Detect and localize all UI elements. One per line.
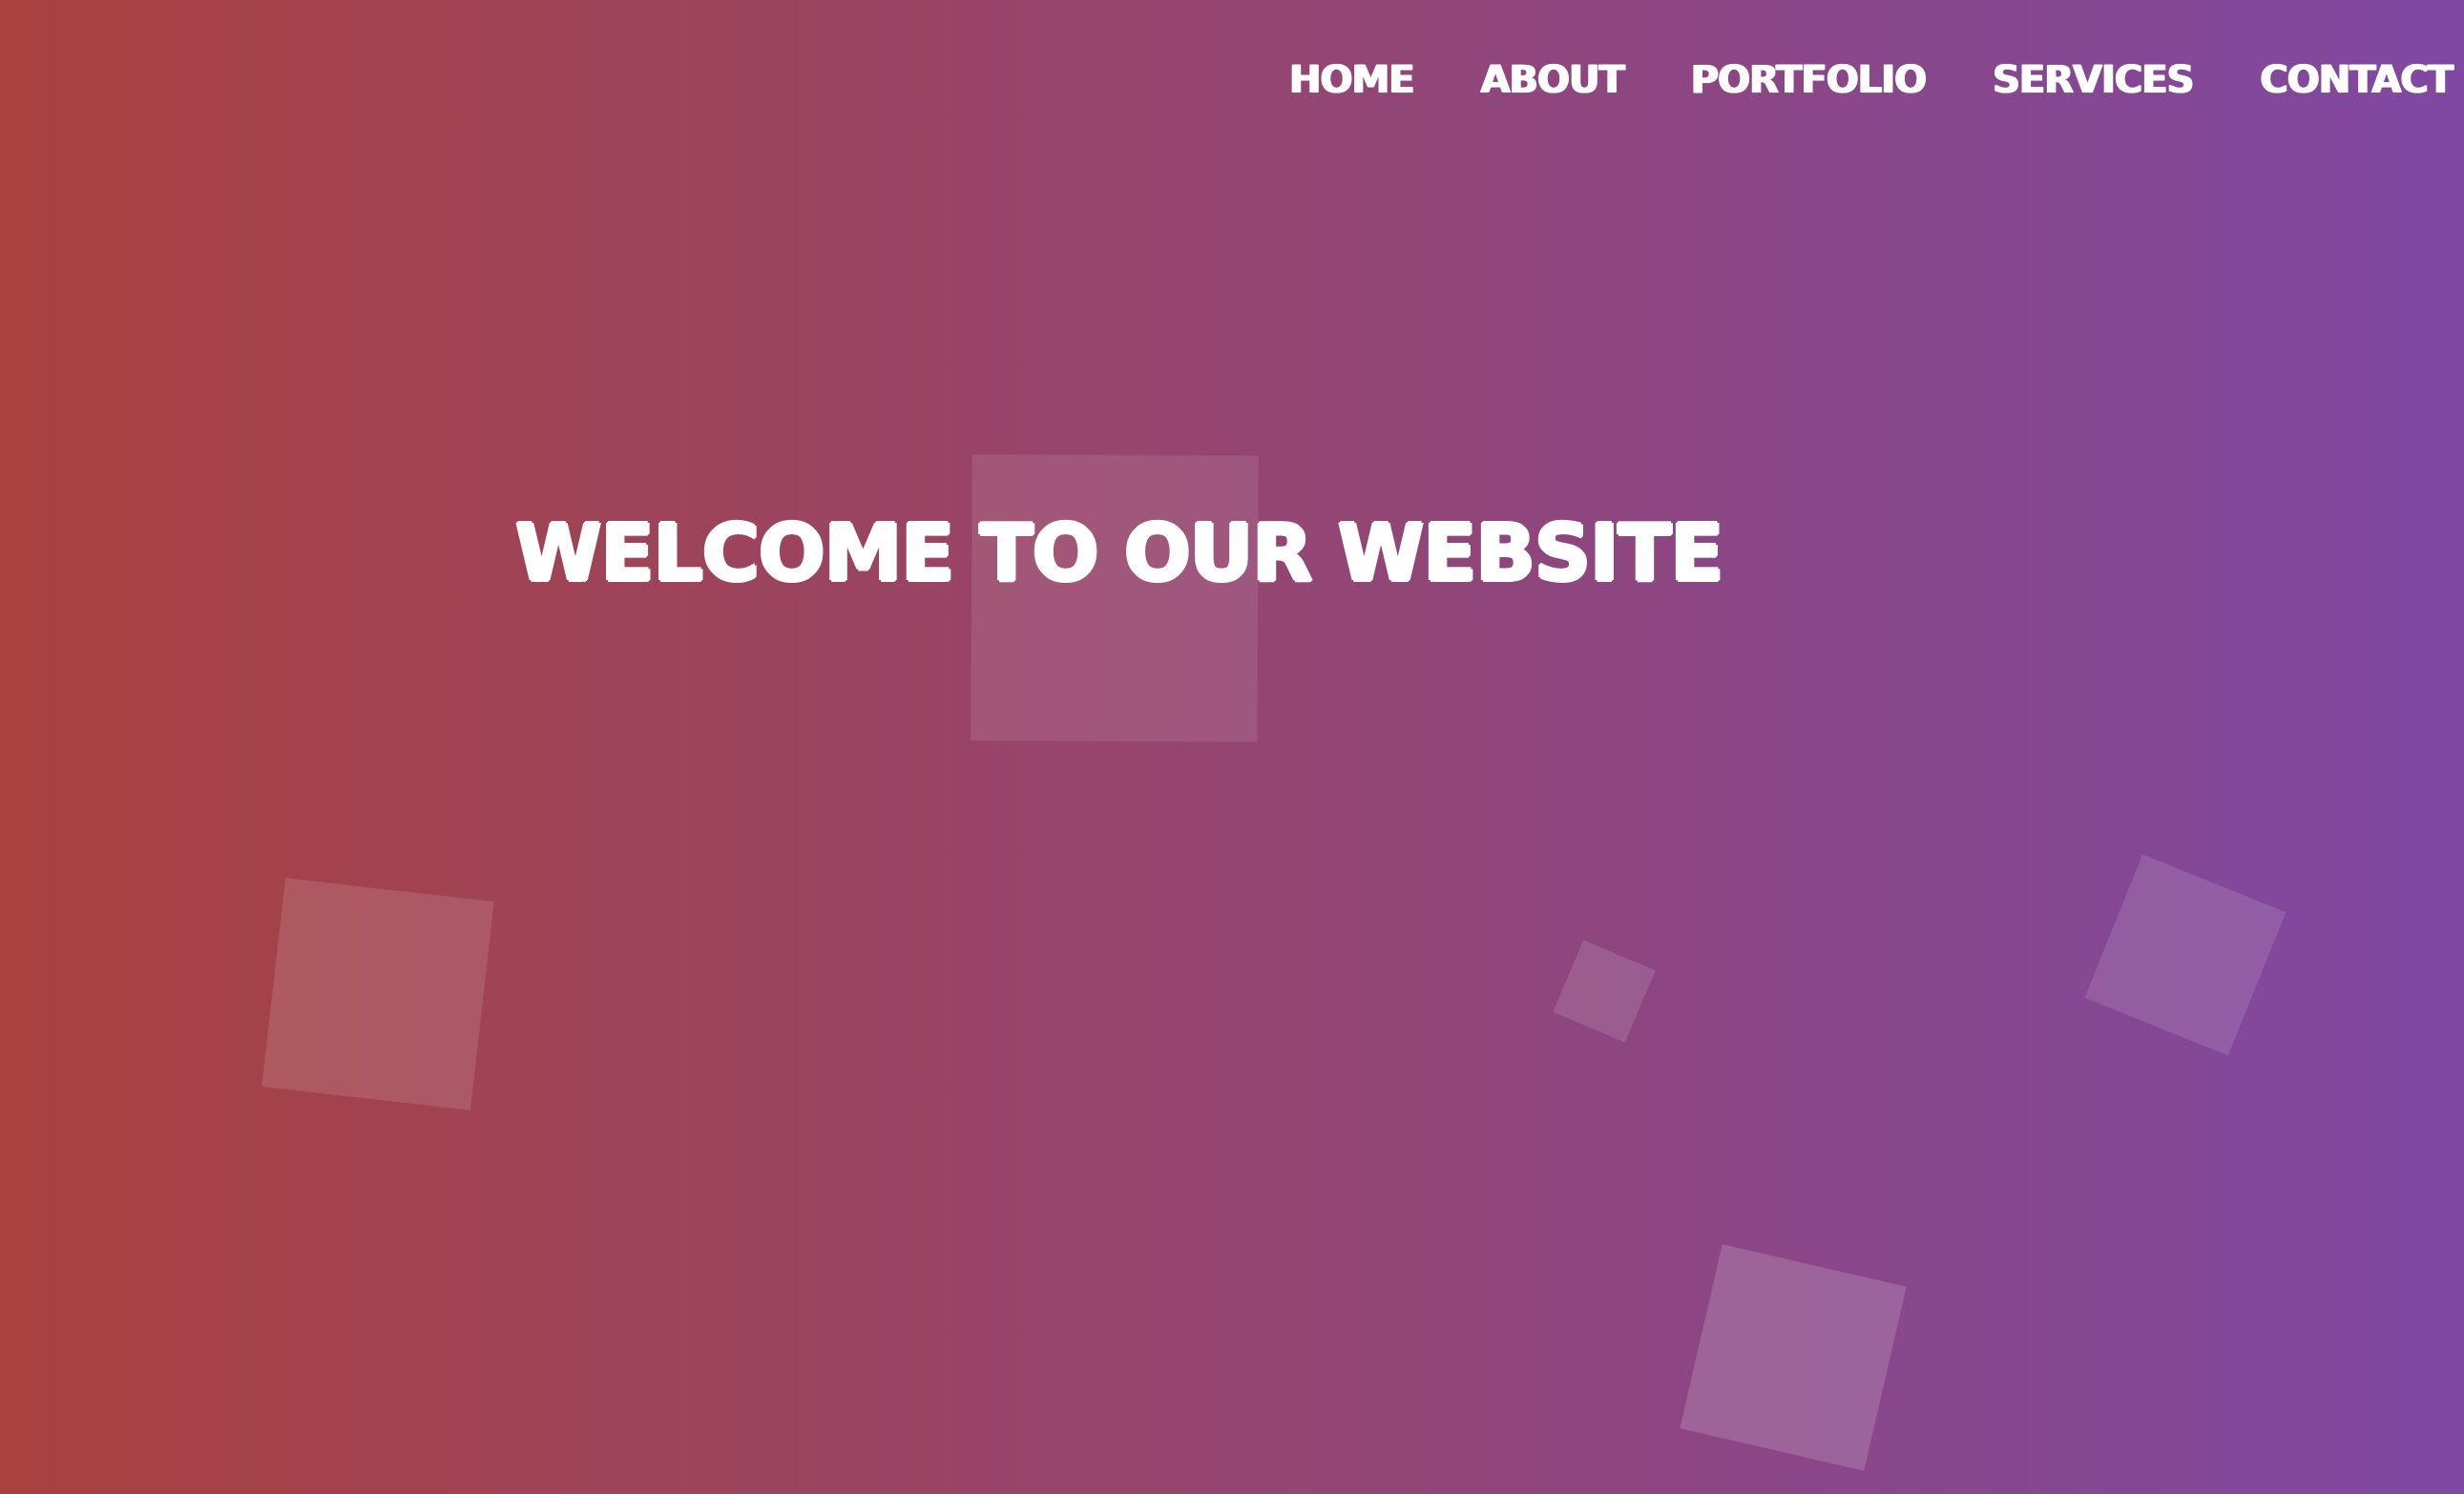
- nav-link-contact[interactable]: CONTACT: [2260, 61, 2454, 99]
- nav-link-home[interactable]: HOME: [1289, 61, 1415, 99]
- decorative-square: [261, 878, 494, 1110]
- nav-link-services[interactable]: SERVICES: [1993, 61, 2194, 99]
- nav-link-portfolio[interactable]: PORTFOLIO: [1691, 61, 1927, 99]
- decorative-square: [1553, 940, 1656, 1043]
- hero-title: WELCOME TO OUR WEBSITE: [515, 508, 1723, 599]
- main-nav: HOME ABOUT PORTFOLIO SERVICES CONTACT: [1241, 52, 2454, 109]
- decorative-square: [1680, 1244, 1907, 1471]
- nav-link-about[interactable]: ABOUT: [1481, 61, 1625, 99]
- decorative-square: [2084, 854, 2287, 1056]
